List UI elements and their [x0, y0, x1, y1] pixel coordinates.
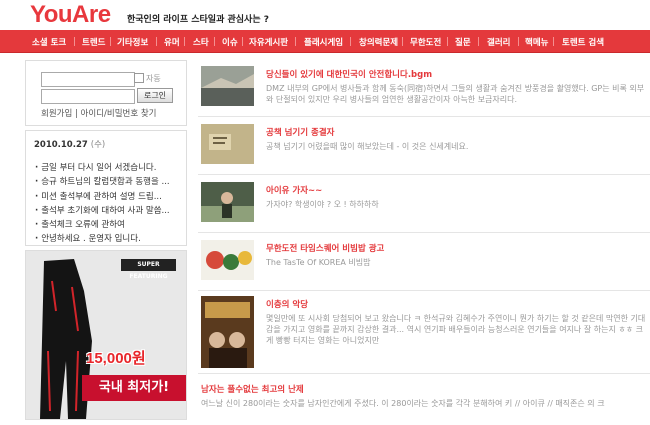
nav-item-torrent-search[interactable]: 토렌트 검색	[562, 36, 604, 48]
ad-slogan: 국내 최저가!	[82, 375, 186, 401]
main-nav: 소셜 토크 트렌드 기타정보 유머 스타 이슈 자유게시판 플래시게임 창의력문…	[0, 30, 650, 53]
nav-item-trend[interactable]: 트렌드	[82, 36, 105, 48]
nav-divider	[156, 37, 157, 46]
nav-item-question[interactable]: 질문	[455, 36, 471, 48]
post-item[interactable]: 아이유 가자~~ 가자야? 학생이야 ? 오 ! 하하하하	[198, 182, 650, 226]
nav-item-social-talk[interactable]: 소셜 토크	[32, 36, 66, 48]
post-title[interactable]: 무한도전 타임스퀘어 비빔밥 광고	[266, 242, 384, 254]
day-of-week: (수)	[90, 140, 106, 150]
notice-box: 2010.10.27 (수) 금일 부터 다시 일어 서겠습니다. 승규 하트님…	[25, 130, 187, 246]
ad-banner[interactable]: SUPER FEATURING 15,000원 국내 최저가!	[25, 250, 187, 420]
post-thumbnail[interactable]	[201, 182, 254, 222]
nav-item-infinite-challenge[interactable]: 무한도전	[410, 36, 441, 48]
post-description: 여느날 신이 280이라는 숫자를 남자인간에게 주셨다. 이 280이라는 숫…	[201, 399, 605, 408]
post-divider	[198, 116, 650, 117]
nav-divider	[518, 37, 519, 46]
notice-item[interactable]: 출석체크 오류에 관하여	[35, 218, 185, 232]
post-title[interactable]: 아이유 가자~~	[266, 184, 322, 196]
nav-item-issue[interactable]: 이슈	[222, 36, 238, 48]
notice-date: 2010.10.27 (수)	[34, 138, 105, 150]
site-header: YouAre 한국인의 라이프 스타일과 관심사는 ?	[0, 0, 650, 30]
ad-price: 15,000원	[86, 350, 146, 367]
post-item[interactable]: 남자는 풀수없는 최고의 난제 여느날 신이 280이라는 숫자를 남자인간에게…	[198, 381, 650, 425]
notice-item[interactable]: 출석부 초기화에 대하여 사과 말씀...	[35, 204, 185, 218]
nav-item-star[interactable]: 스타	[193, 36, 209, 48]
post-divider	[198, 373, 650, 374]
notice-item[interactable]: 금일 부터 다시 일어 서겠습니다.	[35, 161, 185, 175]
nav-item-gallery[interactable]: 갤러리	[487, 36, 510, 48]
post-title[interactable]: 공책 넘기기 종결자	[266, 126, 334, 138]
nav-divider	[74, 37, 75, 46]
nav-divider	[447, 37, 448, 46]
date-text: 2010.10.27	[34, 140, 88, 150]
post-item[interactable]: 무한도전 타임스퀘어 비빔밥 광고 The TasTe Of KOREA 비빔밥	[198, 240, 650, 284]
nav-divider	[295, 37, 296, 46]
nav-item-creative-quiz[interactable]: 창의력문제	[359, 36, 398, 48]
post-thumbnail[interactable]	[201, 296, 254, 368]
post-thumbnail[interactable]	[201, 124, 254, 164]
post-description: The TasTe Of KOREA 비빔밥	[266, 258, 371, 267]
login-button[interactable]: 로그인	[137, 88, 173, 103]
notice-item[interactable]: 승규 하트님의 칼럼댓합과 동행을 ...	[35, 175, 185, 189]
password-input[interactable]	[41, 89, 135, 104]
nav-divider	[242, 37, 243, 46]
nav-item-flash-game[interactable]: 플래시게임	[304, 36, 343, 48]
nav-divider	[184, 37, 185, 46]
nav-divider	[350, 37, 351, 46]
nav-divider	[402, 37, 403, 46]
post-description: 공책 넘기기 어렸을때 많이 해보았는데 - 이 것은 신세계네요.	[266, 142, 469, 151]
notice-list: 금일 부터 다시 일어 서겠습니다. 승규 하트님의 칼럼댓합과 동행을 ...…	[35, 161, 185, 247]
nav-item-humor[interactable]: 유머	[164, 36, 180, 48]
post-divider	[198, 232, 650, 233]
post-item[interactable]: 당신들이 있기에 대한민국이 안전합니다.bgm DMZ 내부의 GP에서 병사…	[198, 66, 650, 110]
post-description: DMZ 내부의 GP에서 병사들과 함께 동숙(同宿)하면서 그들의 생활과 숨…	[266, 84, 645, 104]
nav-item-hot-menu[interactable]: 핵메뉴	[525, 36, 548, 48]
post-title[interactable]: 이층의 악당	[266, 298, 308, 310]
post-item[interactable]: 이층의 악당 몇일만에 또 시사회 당첨되어 보고 왔습니다 ㅋ 한석규와 김혜…	[198, 296, 650, 368]
account-links[interactable]: 회원가입 | 아이디/비밀번호 찾기	[41, 107, 157, 119]
nav-divider	[478, 37, 479, 46]
post-thumbnail[interactable]	[201, 240, 254, 280]
notice-item[interactable]: 미션 출석부에 관하여 설명 드립...	[35, 190, 185, 204]
post-divider	[198, 290, 650, 291]
site-tagline: 한국인의 라이프 스타일과 관심사는 ?	[127, 15, 269, 25]
post-thumbnail[interactable]	[201, 66, 254, 106]
notice-item[interactable]: 안녕하세요 . 운영자 입니다.	[35, 232, 185, 246]
nav-divider	[214, 37, 215, 46]
nav-divider	[553, 37, 554, 46]
id-input[interactable]	[41, 72, 135, 87]
post-description: 몇일만에 또 시사회 당첨되어 보고 왔습니다 ㅋ 한석규와 김혜수가 주연이니…	[266, 314, 646, 345]
post-title[interactable]: 남자는 풀수없는 최고의 난제	[201, 383, 304, 395]
post-title[interactable]: 당신들이 있기에 대한민국이 안전합니다.bgm	[266, 68, 432, 80]
ad-brand-logo: SUPER FEATURING	[121, 259, 176, 280]
auto-login-label: 자동	[146, 74, 161, 83]
auto-login-checkbox[interactable]	[134, 73, 144, 83]
nav-divider	[110, 37, 111, 46]
nav-item-etc-info[interactable]: 기타정보	[117, 36, 148, 48]
login-box: 자동 로그인 회원가입 | 아이디/비밀번호 찾기	[25, 60, 187, 126]
nav-item-free-board[interactable]: 자유게시판	[249, 36, 288, 48]
post-item[interactable]: 공책 넘기기 종결자 공책 넘기기 어렸을때 많이 해보았는데 - 이 것은 신…	[198, 124, 650, 168]
post-description: 가자야? 학생이야 ? 오 ! 하하하하	[266, 200, 379, 209]
site-logo[interactable]: YouAre	[30, 1, 111, 29]
post-divider	[198, 174, 650, 175]
